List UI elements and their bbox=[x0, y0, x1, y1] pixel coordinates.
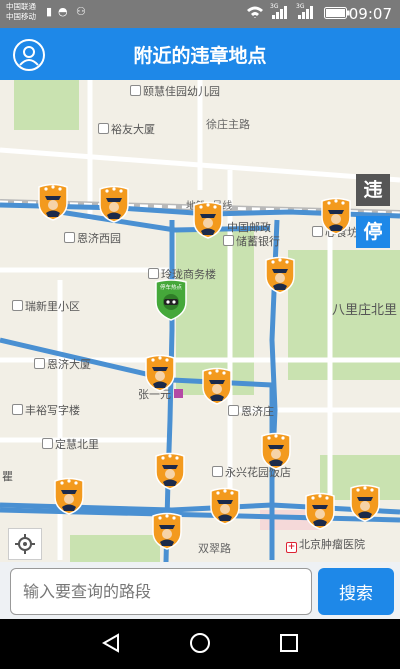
violation-marker[interactable] bbox=[348, 482, 382, 522]
violation-marker[interactable] bbox=[143, 352, 177, 392]
violation-marker[interactable] bbox=[263, 254, 297, 294]
police-badge-icon bbox=[321, 197, 351, 235]
message-icon: ◓ bbox=[58, 5, 68, 18]
police-badge-icon bbox=[145, 354, 175, 392]
violation-marker[interactable] bbox=[303, 490, 337, 530]
parking-toggle-button[interactable]: 停 bbox=[356, 216, 390, 248]
wifi-icon bbox=[246, 5, 264, 23]
signal-1-icon bbox=[272, 5, 288, 23]
sim-icon: ▮ bbox=[46, 5, 53, 18]
poi-enjizhuang[interactable]: 恩济庄 bbox=[228, 403, 274, 419]
police-badge-icon bbox=[305, 492, 335, 530]
signal-2-icon bbox=[298, 5, 314, 23]
hotel-icon bbox=[212, 466, 223, 477]
violation-marker[interactable] bbox=[150, 510, 184, 550]
carrier-2: 中国移动 bbox=[6, 12, 36, 21]
building-icon bbox=[42, 438, 53, 449]
poi-enji-xiyuan[interactable]: 恩济西园 bbox=[64, 230, 121, 246]
home-circle-icon[interactable] bbox=[189, 632, 211, 658]
police-badge-icon bbox=[99, 185, 129, 223]
usb-icon: ⚇ bbox=[76, 5, 86, 18]
violation-marker[interactable] bbox=[153, 450, 187, 490]
police-badge-icon bbox=[210, 487, 240, 525]
area-balizhuang: 八里庄北里 bbox=[332, 303, 398, 318]
search-bar: 搜索 bbox=[0, 562, 400, 619]
map-view[interactable]: 颐慧佳园幼儿园 裕友大厦 徐庄主路 中国邮政 储蓄银行 心食坊 地铁5号线 恩济… bbox=[0, 80, 400, 562]
page-title: 附近的违章地点 bbox=[133, 45, 267, 67]
road-label-xuzhuang: 徐庄主路 bbox=[206, 118, 250, 131]
police-badge-icon bbox=[261, 432, 291, 470]
violation-marker[interactable] bbox=[259, 430, 293, 470]
police-badge-icon bbox=[152, 512, 182, 550]
violation-marker[interactable] bbox=[200, 365, 234, 405]
police-badge-icon bbox=[155, 452, 185, 490]
building-icon bbox=[12, 300, 23, 311]
poi-dinghui[interactable]: 定慧北里 bbox=[42, 436, 99, 452]
locate-button[interactable] bbox=[8, 528, 42, 560]
poi-yuyou-building[interactable]: 裕友大厦 bbox=[98, 121, 155, 137]
building-icon bbox=[98, 123, 109, 134]
road-label-shuangcui: 双翠路 bbox=[198, 542, 231, 555]
clock: 09:07 bbox=[348, 5, 392, 23]
police-badge-icon bbox=[202, 367, 232, 405]
building-icon bbox=[130, 85, 141, 96]
search-button[interactable]: 搜索 bbox=[318, 568, 394, 615]
status-bar: 中国联通 中国移动 ▮ ◓ ⚇ 3G 3G 09:07 bbox=[0, 0, 400, 28]
carrier-1: 中国联通 bbox=[6, 2, 36, 11]
recents-square-icon[interactable] bbox=[278, 632, 300, 658]
police-badge-icon bbox=[54, 477, 84, 515]
app-header: 附近的违章地点 bbox=[0, 28, 400, 80]
violation-marker[interactable] bbox=[36, 181, 70, 221]
police-badge-icon bbox=[265, 256, 295, 294]
poi-ruixinli[interactable]: 瑞新里小区 bbox=[12, 298, 80, 314]
violation-toggle-button[interactable]: 违 bbox=[356, 174, 390, 206]
violation-marker[interactable] bbox=[208, 485, 242, 525]
police-badge-icon bbox=[38, 183, 68, 221]
building-icon bbox=[64, 232, 75, 243]
map-edge-label: 瞿 bbox=[2, 470, 13, 483]
poi-kindergarten[interactable]: 颐慧佳园幼儿园 bbox=[130, 83, 220, 99]
system-nav-bar bbox=[0, 619, 400, 669]
parking-hotspot-marker[interactable]: 停车热点 bbox=[152, 278, 190, 322]
poi-cancer-hospital[interactable]: + 北京肿瘤医院 bbox=[286, 536, 365, 553]
hospital-icon: + bbox=[286, 542, 297, 553]
building-icon bbox=[34, 358, 45, 369]
poi-postal-bank-2: 储蓄银行 bbox=[223, 233, 280, 249]
building-icon bbox=[228, 405, 239, 416]
road-search-input[interactable] bbox=[10, 568, 312, 615]
police-badge-icon bbox=[350, 484, 380, 522]
locate-icon bbox=[15, 534, 35, 554]
parking-hotspot-label: 停车热点 bbox=[160, 283, 183, 291]
poi-fengyu[interactable]: 丰裕写字楼 bbox=[12, 402, 80, 418]
back-triangle-icon[interactable] bbox=[100, 632, 122, 658]
building-icon bbox=[12, 404, 23, 415]
violation-marker[interactable] bbox=[97, 183, 131, 223]
police-badge-icon bbox=[193, 201, 223, 239]
poi-enji-dasha[interactable]: 恩济大厦 bbox=[34, 356, 91, 372]
battery-icon bbox=[324, 7, 350, 23]
violation-marker[interactable] bbox=[191, 199, 225, 239]
violation-marker[interactable] bbox=[319, 195, 353, 235]
violation-marker[interactable] bbox=[52, 475, 86, 515]
